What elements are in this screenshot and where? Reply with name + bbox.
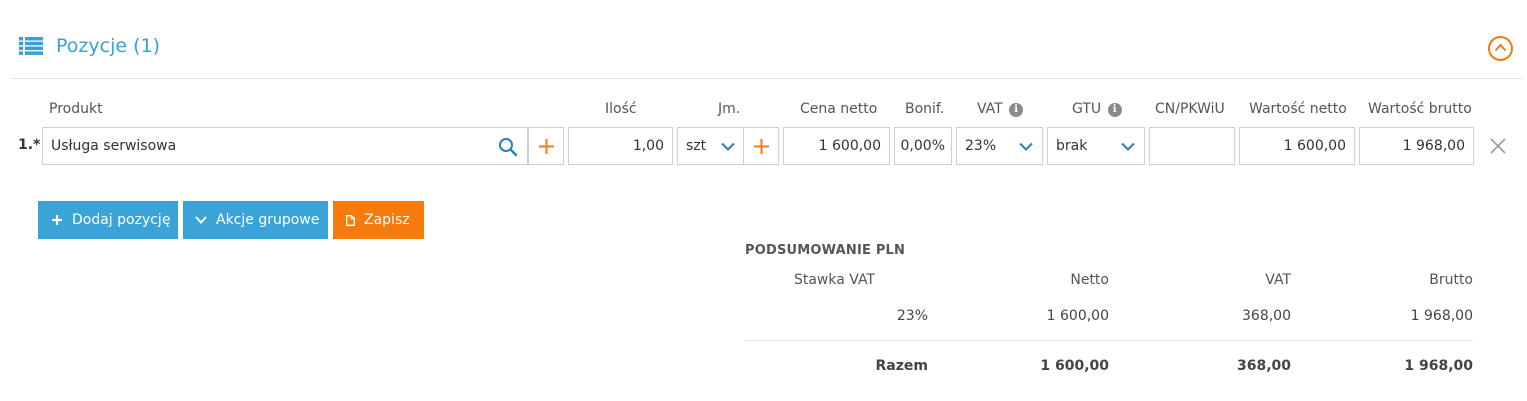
gross-value-input[interactable]: 1 968,00	[1359, 127, 1474, 165]
document-icon	[346, 215, 355, 226]
plus-icon	[52, 215, 62, 225]
collapse-button[interactable]	[1488, 36, 1513, 61]
header-divider	[11, 78, 1523, 79]
chevron-down-icon	[1121, 142, 1135, 151]
info-icon[interactable]: i	[1009, 103, 1024, 117]
row-number: 1.*	[18, 137, 41, 153]
column-cn-pkwiu: CN/PKWiU	[1155, 101, 1225, 117]
bulk-actions-label: Akcje grupowe	[216, 212, 320, 228]
net-price-value: 1 600,00	[818, 138, 881, 154]
net-value-value: 1 600,00	[1283, 138, 1346, 154]
unit-value: szt	[686, 138, 707, 154]
column-discount: Bonif.	[905, 101, 945, 117]
quantity-input[interactable]: 1,00	[568, 127, 673, 165]
discount-value: 0,00%	[900, 138, 945, 154]
save-button[interactable]: Zapisz	[333, 201, 424, 239]
add-item-button[interactable]: Dodaj pozycję	[38, 201, 178, 239]
bulk-actions-button[interactable]: Akcje grupowe	[183, 201, 328, 239]
column-product: Produkt	[49, 101, 103, 117]
add-product-button[interactable]	[528, 127, 564, 165]
product-input[interactable]: Usługa serwisowa	[42, 127, 528, 165]
summary-total-gross: 1 968,00	[1404, 358, 1473, 374]
section-title: Pozycje (1)	[56, 35, 160, 57]
add-unit-button[interactable]	[743, 127, 779, 165]
column-quantity: Ilość	[605, 101, 637, 117]
summary-header-net: Netto	[1070, 272, 1109, 288]
info-icon[interactable]: i	[1107, 103, 1122, 117]
summary-row-vat: 368,00	[1242, 308, 1291, 324]
save-label: Zapisz	[364, 212, 410, 228]
remove-row-icon[interactable]	[1490, 138, 1506, 158]
chevron-down-icon	[195, 216, 207, 224]
column-net-value: Wartość netto	[1249, 101, 1347, 117]
summary-header-gross: Brutto	[1429, 272, 1473, 288]
vat-select[interactable]: 23%	[956, 127, 1043, 165]
column-vat: VAT i	[977, 101, 1024, 117]
chevron-down-icon	[721, 142, 735, 151]
column-unit: Jm.	[718, 101, 741, 117]
summary-divider	[745, 340, 1473, 341]
plus-icon	[754, 139, 769, 154]
summary-total-vat: 368,00	[1236, 358, 1291, 374]
column-gross-value: Wartość brutto	[1368, 101, 1472, 117]
plus-icon	[539, 139, 554, 154]
discount-input[interactable]: 0,00%	[894, 127, 952, 165]
net-value-input[interactable]: 1 600,00	[1239, 127, 1355, 165]
unit-select[interactable]: szt	[677, 127, 745, 165]
summary-header-vat: VAT	[1265, 272, 1291, 288]
list-icon	[19, 37, 43, 55]
summary-title: PODSUMOWANIE PLN	[745, 243, 906, 258]
summary-row-gross: 1 968,00	[1410, 308, 1473, 324]
chevron-up-icon	[1494, 43, 1507, 52]
gtu-value: brak	[1056, 138, 1088, 154]
chevron-down-icon	[1019, 142, 1033, 151]
quantity-value: 1,00	[632, 138, 664, 154]
column-net-price: Cena netto	[800, 101, 878, 117]
gtu-select[interactable]: brak	[1047, 127, 1145, 165]
product-value: Usługa serwisowa	[51, 138, 177, 154]
search-icon[interactable]	[498, 137, 518, 161]
summary-total-net: 1 600,00	[1040, 358, 1109, 374]
summary-row-rate: 23%	[896, 308, 928, 324]
column-vat-label: VAT	[977, 101, 1003, 117]
summary-row-net: 1 600,00	[1046, 308, 1109, 324]
section-header: Pozycje (1)	[0, 0, 1527, 79]
vat-value: 23%	[965, 138, 997, 154]
cn-pkwiu-input[interactable]	[1149, 127, 1235, 165]
summary-header-rate: Stawka VAT	[793, 272, 875, 288]
net-price-input[interactable]: 1 600,00	[783, 127, 890, 165]
summary-total-label: Razem	[875, 358, 928, 374]
column-gtu: GTU i	[1072, 101, 1122, 117]
column-gtu-label: GTU	[1072, 101, 1102, 117]
add-item-label: Dodaj pozycję	[72, 212, 171, 228]
gross-value-value: 1 968,00	[1402, 138, 1465, 154]
